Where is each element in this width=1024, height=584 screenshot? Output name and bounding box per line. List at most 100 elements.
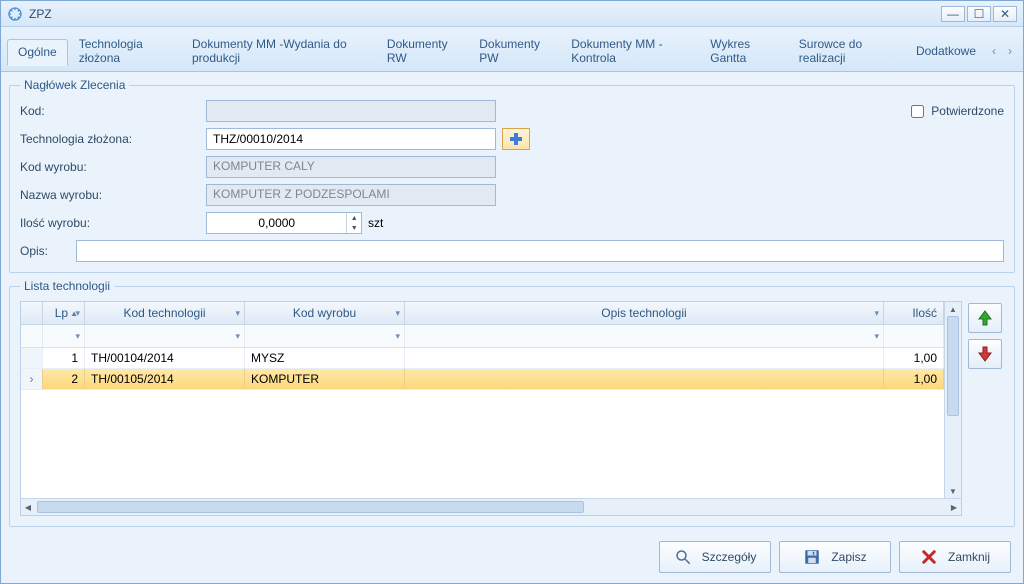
confirm-checkbox[interactable] [911, 105, 924, 118]
confirm-label: Potwierdzone [931, 104, 1004, 118]
filter-ilosc[interactable] [884, 325, 944, 347]
close-button[interactable]: Zamknij [899, 541, 1011, 573]
save-button[interactable]: Zapisz [779, 541, 891, 573]
scroll-left-icon[interactable]: ◀ [21, 499, 35, 515]
column-kod-wyrobu[interactable]: Kod wyrobu▾ [245, 302, 405, 324]
cell-ilosc: 1,00 [884, 369, 944, 389]
technologia-label: Technologia złożona: [20, 132, 200, 146]
arrow-down-icon [975, 344, 995, 364]
filter-kod[interactable]: ▾ [85, 325, 245, 347]
tab-technologia-zlozona[interactable]: Technologia złożona [68, 31, 181, 71]
cell-opis [405, 369, 884, 389]
kod-field [206, 100, 496, 122]
close-label: Zamknij [948, 550, 990, 564]
order-header-group: Nagłówek Zlecenia Kod: Potwierdzone Tech… [9, 78, 1015, 273]
column-ilosc[interactable]: Ilość [884, 302, 944, 324]
tab-dokumenty-pw[interactable]: Dokumenty PW [468, 31, 560, 71]
order-header-legend: Nagłówek Zlecenia [20, 78, 129, 92]
column-opis-technologii[interactable]: Opis technologii▾ [405, 302, 884, 324]
maximize-button[interactable]: ☐ [967, 6, 991, 22]
ilosc-wyrobu-input[interactable] [207, 216, 346, 230]
horizontal-scrollbar[interactable]: ◀ ▶ [21, 498, 961, 515]
minimize-button[interactable]: — [941, 6, 965, 22]
reorder-buttons [968, 301, 1004, 516]
filter-wyrob[interactable]: ▾ [245, 325, 405, 347]
nazwa-wyrobu-field: KOMPUTER Z PODZESPOLAMI [206, 184, 496, 206]
kod-label: Kod: [20, 104, 200, 118]
app-icon [7, 6, 23, 22]
filter-lp[interactable]: ▾ [43, 325, 85, 347]
tab-scroll: ‹ › [987, 44, 1017, 58]
plus-icon [509, 132, 523, 146]
app-window: ZPZ — ☐ ✕ Ogólne Technologia złożona Dok… [0, 0, 1024, 584]
cell-ilosc: 1,00 [884, 348, 944, 368]
confirm-checkbox-wrap[interactable]: Potwierdzone [907, 102, 1004, 121]
tab-dokumenty-mm-kontrola[interactable]: Dokumenty MM - Kontrola [560, 31, 699, 71]
window-title: ZPZ [29, 7, 941, 21]
kod-wyrobu-label: Kod wyrobu: [20, 160, 200, 174]
footer-buttons: Szczegóły Zapisz Zamknij [9, 533, 1015, 575]
scroll-thumb[interactable] [947, 316, 959, 416]
details-label: Szczegóły [702, 550, 757, 564]
tab-wykres-gantta[interactable]: Wykres Gantta [699, 31, 788, 71]
details-button[interactable]: Szczegóły [659, 541, 771, 573]
tab-dokumenty-rw[interactable]: Dokumenty RW [376, 31, 468, 71]
cell-lp: 2 [43, 369, 85, 389]
opis-input[interactable] [76, 240, 1004, 262]
column-lp[interactable]: Lp▲▾ [43, 302, 85, 324]
cell-kod: TH/00105/2014 [85, 369, 245, 389]
window-controls: — ☐ ✕ [941, 6, 1017, 22]
opis-label: Opis: [20, 244, 70, 258]
tab-bar: Ogólne Technologia złożona Dokumenty MM … [1, 27, 1023, 72]
floppy-icon [803, 548, 821, 566]
close-window-button[interactable]: ✕ [993, 6, 1017, 22]
filter-opis[interactable]: ▾ [405, 325, 884, 347]
tab-content: Nagłówek Zlecenia Kod: Potwierdzone Tech… [1, 72, 1023, 583]
cell-wyrob: MYSZ [245, 348, 405, 368]
grid-header: Lp▲▾ Kod technologii▾ Kod wyrobu▾ Opis t… [21, 302, 944, 325]
filter-icon[interactable]: ▾ [75, 308, 80, 319]
scroll-thumb[interactable] [37, 501, 584, 513]
x-icon [920, 548, 938, 566]
vertical-scrollbar[interactable]: ▲ ▼ [944, 302, 961, 498]
grid-filter-row: ▾ ▾ ▾ ▾ [21, 325, 944, 348]
magnifier-icon [674, 548, 692, 566]
tab-scroll-right-icon[interactable]: › [1003, 44, 1017, 58]
tab-surowce[interactable]: Surowce do realizacji [788, 31, 905, 71]
tab-dodatkowe[interactable]: Dodatkowe [905, 38, 987, 64]
cell-kod: TH/00104/2014 [85, 348, 245, 368]
add-technologia-button[interactable] [502, 128, 530, 150]
titlebar: ZPZ — ☐ ✕ [1, 1, 1023, 27]
table-row[interactable]: 1 TH/00104/2014 MYSZ 1,00 [21, 348, 944, 369]
move-up-button[interactable] [968, 303, 1002, 333]
filter-icon[interactable]: ▾ [874, 308, 879, 319]
technology-grid: Lp▲▾ Kod technologii▾ Kod wyrobu▾ Opis t… [20, 301, 962, 516]
row-indicator [21, 348, 43, 368]
technologia-input[interactable] [206, 128, 496, 150]
column-kod-technologii[interactable]: Kod technologii▾ [85, 302, 245, 324]
cell-lp: 1 [43, 348, 85, 368]
scroll-right-icon[interactable]: ▶ [947, 499, 961, 515]
scroll-up-icon[interactable]: ▲ [945, 302, 961, 316]
scroll-down-icon[interactable]: ▼ [945, 484, 961, 498]
save-label: Zapisz [831, 550, 866, 564]
kod-wyrobu-field: KOMPUTER CALY [206, 156, 496, 178]
tab-scroll-left-icon[interactable]: ‹ [987, 44, 1001, 58]
filter-icon[interactable]: ▾ [235, 308, 240, 319]
column-indicator [21, 302, 43, 324]
ilosc-unit-label: szt [368, 216, 383, 230]
move-down-button[interactable] [968, 339, 1002, 369]
cell-opis [405, 348, 884, 368]
cell-wyrob: KOMPUTER [245, 369, 405, 389]
table-row[interactable]: › 2 TH/00105/2014 KOMPUTER 1,00 [21, 369, 944, 390]
tab-ogolne[interactable]: Ogólne [7, 39, 68, 66]
filter-icon[interactable]: ▾ [395, 308, 400, 319]
ilosc-wyrobu-spinner[interactable]: ▲ ▼ [206, 212, 362, 234]
tab-dokumenty-mm-wydania[interactable]: Dokumenty MM -Wydania do produkcji [181, 31, 376, 71]
ilosc-wyrobu-label: Ilość wyrobu: [20, 216, 200, 230]
spinner-down-icon[interactable]: ▼ [347, 223, 361, 233]
nazwa-wyrobu-label: Nazwa wyrobu: [20, 188, 200, 202]
arrow-up-icon [975, 308, 995, 328]
technology-list-legend: Lista technologii [20, 279, 114, 293]
spinner-up-icon[interactable]: ▲ [347, 213, 361, 223]
